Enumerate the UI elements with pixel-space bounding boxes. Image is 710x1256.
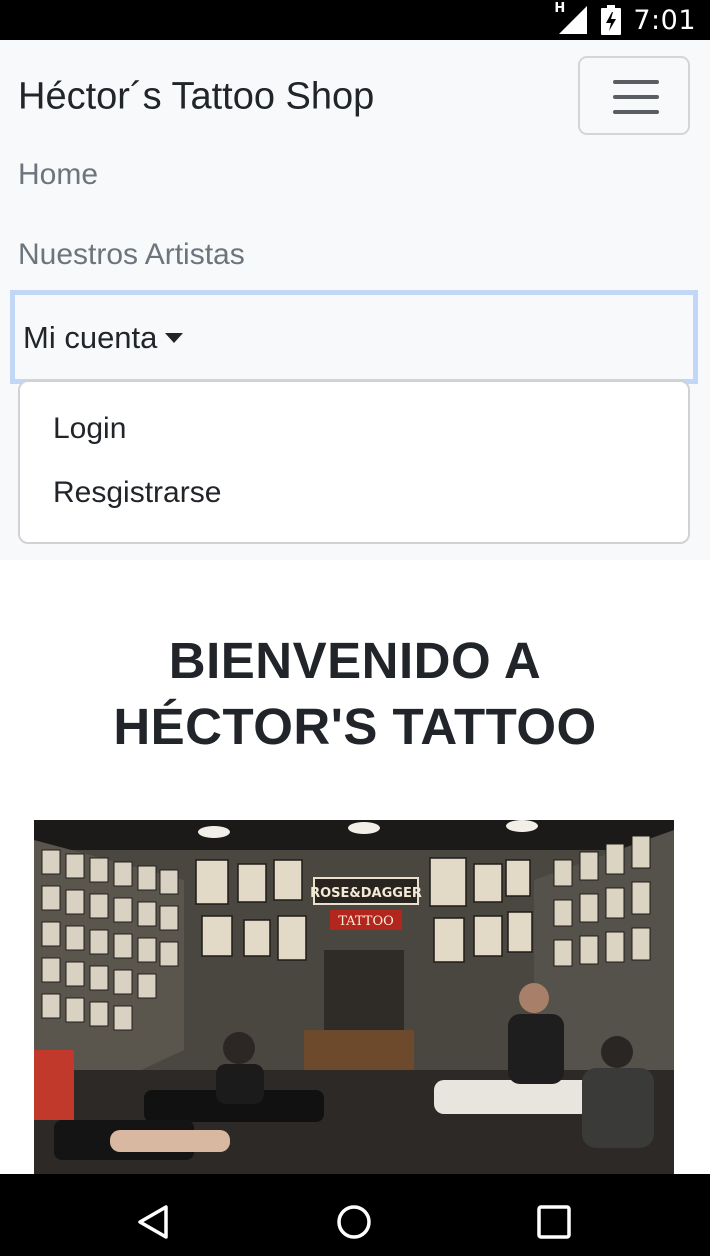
nav-link-home[interactable]: Home [18,158,98,192]
sign-tattoo: TATTOO [338,914,394,929]
caret-down-icon [165,333,184,343]
navbar-toggler-button[interactable] [578,56,690,135]
navbar-brand[interactable]: Héctor´s Tattoo Shop [18,76,374,119]
tattoo-shop-photo: ROSE&DAGGER TATTOO [34,820,674,1174]
account-dropdown-menu: Login Resgistrarse [18,380,690,544]
sign-rose-dagger: ROSE&DAGGER [310,886,422,901]
recents-icon[interactable] [536,1204,572,1240]
back-icon[interactable] [136,1204,172,1240]
hero-title: BIENVENIDO A HÉCTOR'S TATTOO [0,628,710,760]
account-dropdown-toggle[interactable]: Mi cuenta [10,290,698,384]
home-icon[interactable] [336,1204,372,1240]
battery-charging-icon [601,5,622,35]
account-label-text: Mi cuenta [23,320,158,355]
hero-title-line-2: HÉCTOR'S TATTOO [113,698,597,755]
hero-title-line-1: BIENVENIDO A [168,632,542,689]
network-type-label: H [554,1,566,16]
system-navigation-bar [0,1174,710,1256]
navbar: Héctor´s Tattoo Shop Home Nuestros Artis… [0,40,710,560]
status-icons: H 7:01 [554,0,696,40]
status-time: 7:01 [633,4,696,36]
account-dropdown-label: Mi cuenta [23,320,184,356]
dropdown-item-login[interactable]: Login [53,412,126,446]
signal-icon: H [554,1,589,35]
dropdown-item-register[interactable]: Resgistrarse [53,476,221,510]
nav-link-artists[interactable]: Nuestros Artistas [18,238,245,272]
status-bar: H 7:01 [0,0,710,40]
